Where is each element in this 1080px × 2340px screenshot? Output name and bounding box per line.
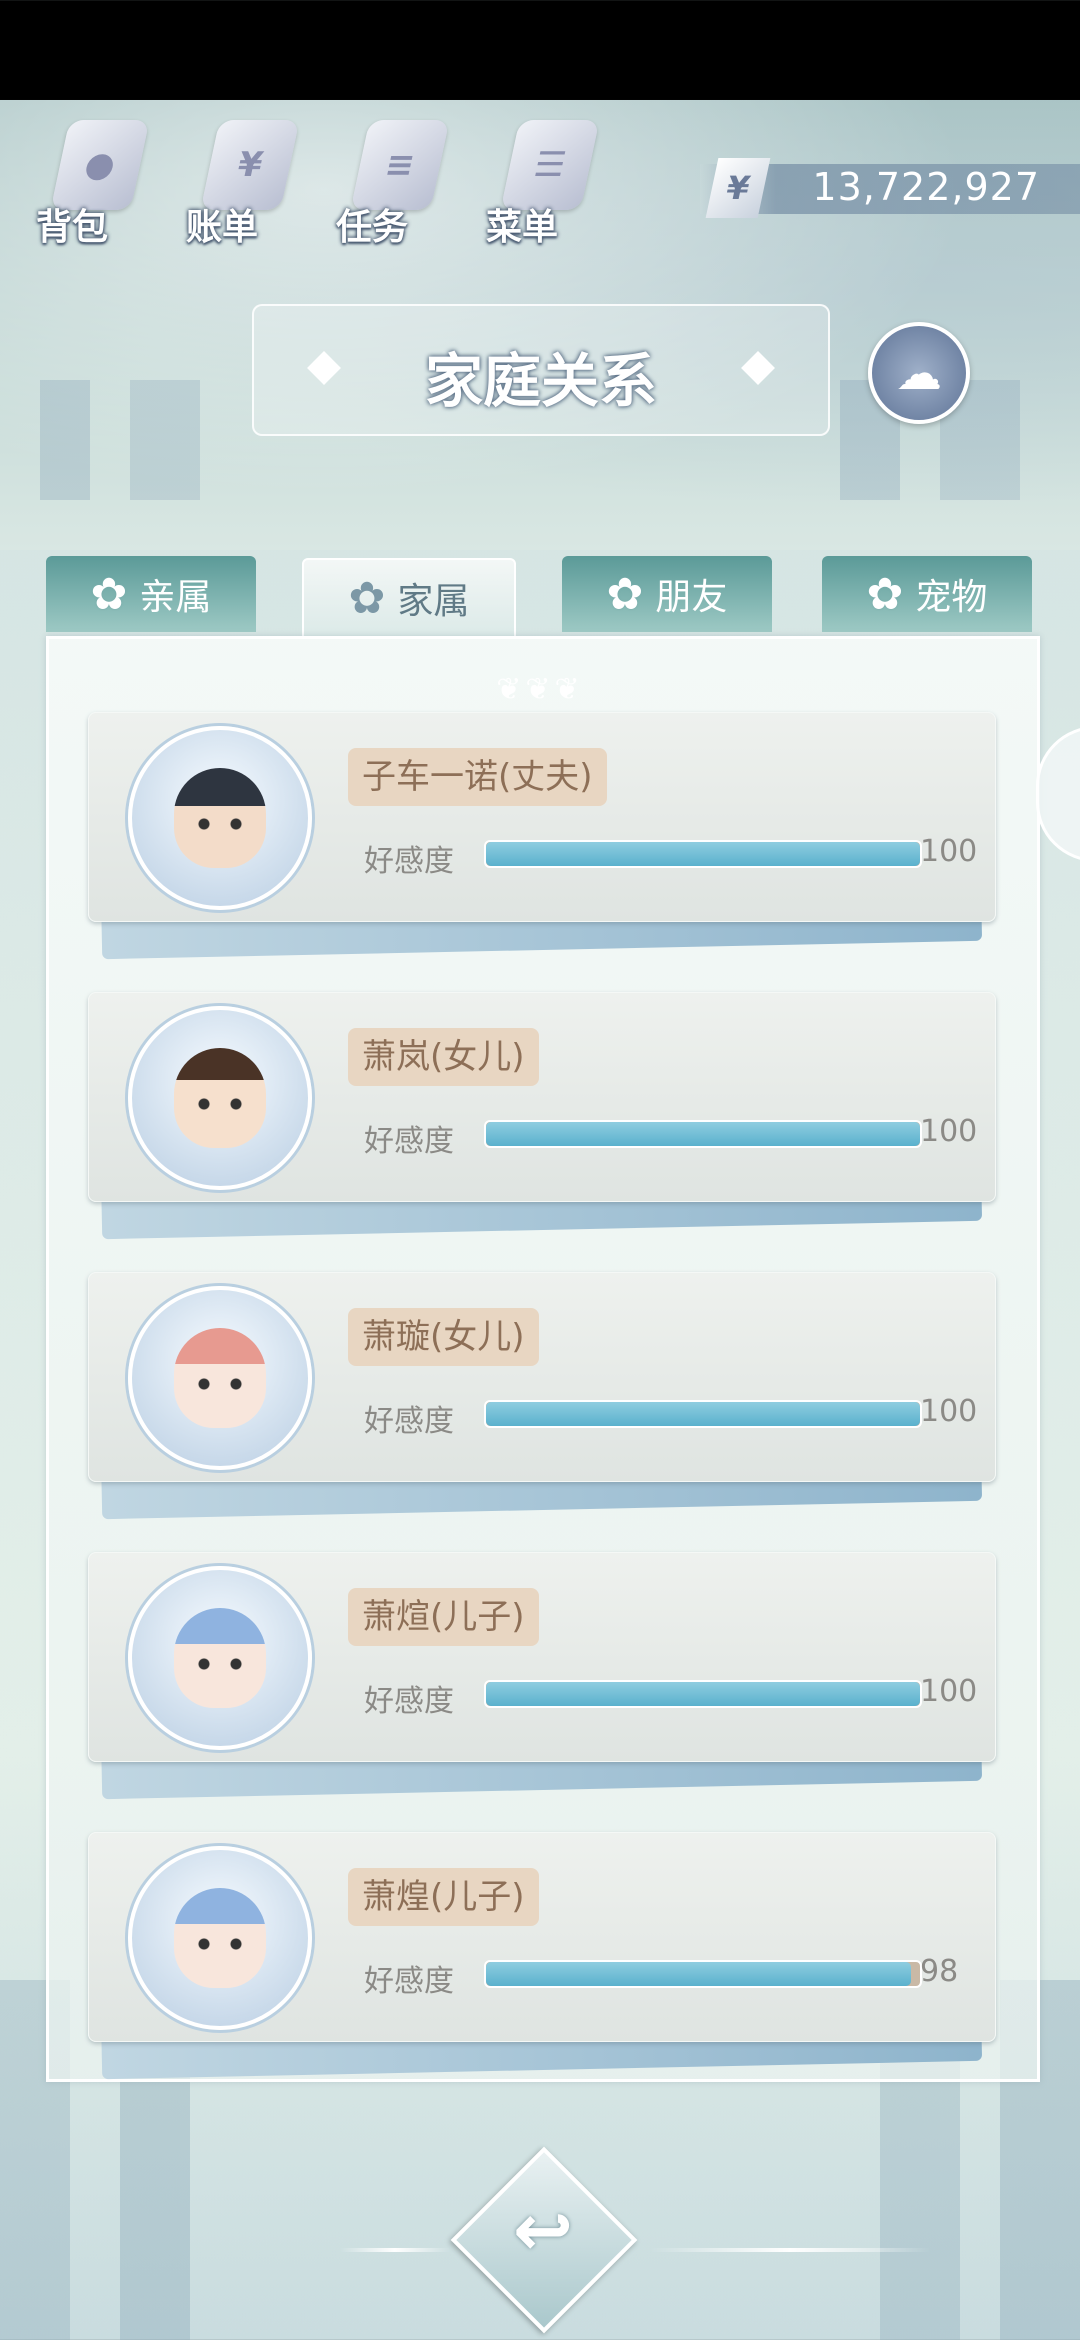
affection-bar-fill: [486, 1402, 920, 1426]
member-card[interactable]: 萧煌(儿子) 好感度 98: [88, 1832, 996, 2080]
currency-amount: 13,722,927: [812, 165, 1040, 209]
menu-label: 菜单: [486, 207, 559, 248]
affection-value: 100: [920, 1674, 978, 1709]
tab-pets[interactable]: ✿ 宠物: [822, 556, 1032, 632]
page-title: 家庭关系: [424, 347, 657, 415]
affection-value: 98: [920, 1954, 959, 1989]
member-name: 萧璇(女儿): [348, 1308, 539, 1366]
tab-relatives[interactable]: ✿ 亲属: [46, 556, 256, 632]
affection-bar-fill: [486, 1682, 920, 1706]
avatar: [128, 1566, 312, 1750]
page-title-frame: 家庭关系: [252, 304, 830, 436]
avatar: [128, 726, 312, 910]
menu-icon: ☰: [500, 120, 600, 210]
side-drawer-handle[interactable]: [1036, 726, 1080, 862]
affection-bar-fill: [486, 1122, 920, 1146]
decorative-line-left: [340, 2248, 450, 2252]
affection-bar-fill: [486, 842, 920, 866]
tab-label: 亲属: [139, 577, 212, 618]
affection-label: 好感度: [364, 844, 454, 879]
avatar-face: [174, 768, 266, 868]
avatar-face: [174, 1608, 266, 1708]
affection-label: 好感度: [364, 1684, 454, 1719]
ornament-icon: ❦❦❦: [496, 672, 584, 707]
flower-icon: ✿: [90, 568, 128, 620]
affection-label: 好感度: [364, 1964, 454, 1999]
tab-friends[interactable]: ✿ 朋友: [562, 556, 772, 632]
affection-bar: [484, 1120, 922, 1148]
affection-bar: [484, 1960, 922, 1988]
task-list-icon: ≡: [350, 120, 450, 210]
affection-value: 100: [920, 1394, 978, 1429]
member-card[interactable]: 萧璇(女儿) 好感度 100: [88, 1272, 996, 1520]
task-button[interactable]: ≡ 任务: [330, 110, 450, 250]
avatar-face: [174, 1048, 266, 1148]
affection-label: 好感度: [364, 1124, 454, 1159]
affection-value: 100: [920, 1114, 978, 1149]
member-card[interactable]: 萧煊(儿子) 好感度 100: [88, 1552, 996, 1800]
bill-icon: ¥: [200, 120, 300, 210]
flower-icon: ✿: [348, 572, 386, 624]
member-name: 子车一诺(丈夫): [348, 748, 607, 806]
member-name: 萧煌(儿子): [348, 1868, 539, 1926]
avatar-face: [174, 1328, 266, 1428]
avatar-face: [174, 1888, 266, 1988]
bag-label: 背包: [36, 207, 109, 248]
avatar: [128, 1286, 312, 1470]
tab-label: 宠物: [915, 577, 988, 618]
decorative-line-right: [650, 2248, 930, 2252]
member-card[interactable]: 萧岚(女儿) 好感度 100: [88, 992, 996, 1240]
bag-icon: ●: [50, 120, 150, 210]
task-label: 任务: [336, 207, 409, 248]
avatar: [128, 1006, 312, 1190]
affection-value: 100: [920, 834, 978, 869]
bill-label: 账单: [186, 207, 259, 248]
member-card[interactable]: 子车一诺(丈夫) 好感度 100: [88, 712, 996, 960]
affection-label: 好感度: [364, 1404, 454, 1439]
tab-family[interactable]: ✿ 家属: [302, 558, 516, 638]
cloud-share-button[interactable]: ☁: [868, 322, 970, 424]
affection-bar: [484, 1400, 922, 1428]
tab-label: 朋友: [655, 577, 728, 618]
bag-button[interactable]: ● 背包: [30, 110, 150, 250]
tab-label: 家属: [397, 581, 470, 622]
flower-icon: ✿: [606, 568, 644, 620]
avatar: [128, 1846, 312, 2030]
flower-icon: ✿: [866, 568, 904, 620]
bill-button[interactable]: ¥ 账单: [180, 110, 300, 250]
back-arrow-icon: ↩: [512, 2188, 574, 2272]
menu-button[interactable]: ☰ 菜单: [480, 110, 600, 250]
cloud-icon: ☁: [896, 346, 942, 400]
affection-bar: [484, 1680, 922, 1708]
member-name: 萧煊(儿子): [348, 1588, 539, 1646]
affection-bar: [484, 840, 922, 868]
member-name: 萧岚(女儿): [348, 1028, 539, 1086]
affection-bar-fill: [486, 1962, 912, 1986]
